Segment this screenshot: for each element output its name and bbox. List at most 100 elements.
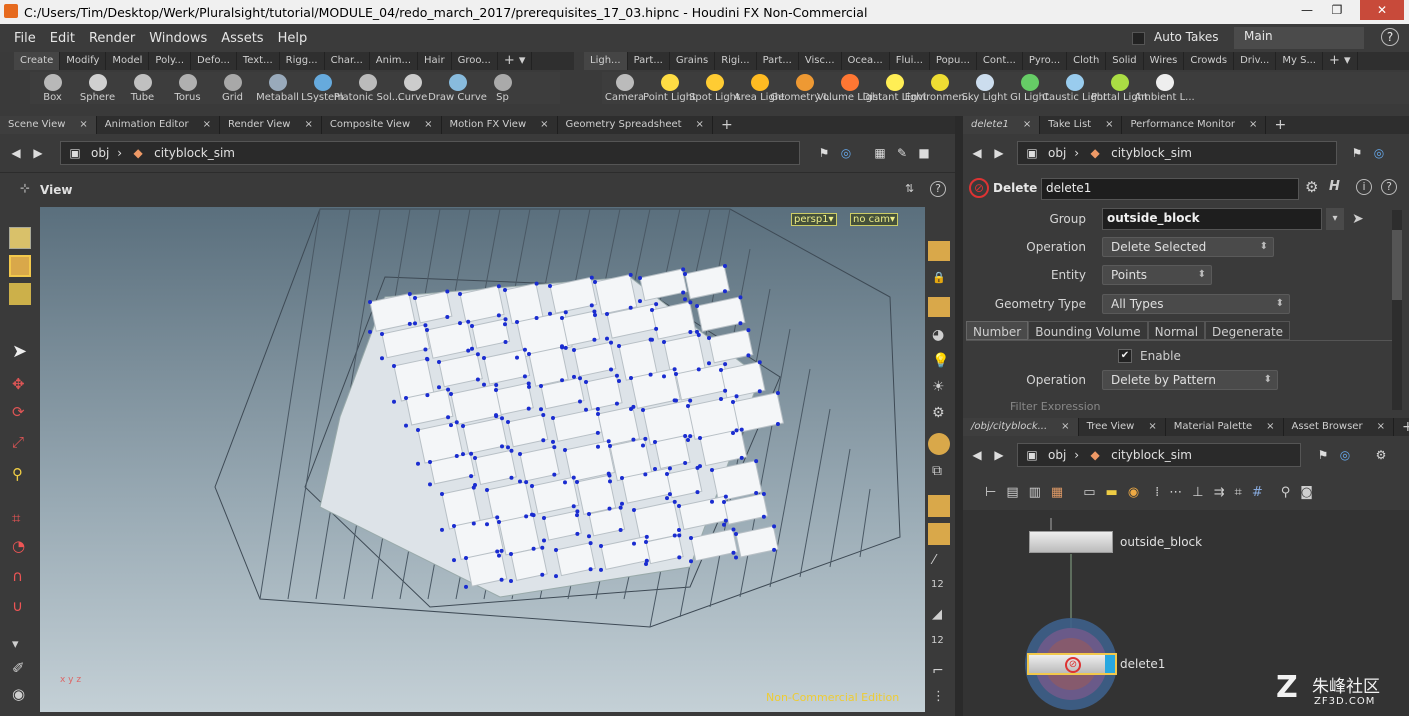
parameter-scrollbar[interactable] [1392,210,1402,410]
shelf-tool-sky-light[interactable]: Sky Light [962,72,1007,104]
add-shelf-tab-button[interactable]: + ▾ [498,52,533,70]
enable-checkbox[interactable]: ✔ [1118,349,1132,363]
shelf-tab[interactable]: Flui... [890,52,930,70]
shelf-tab[interactable]: Driv... [1234,52,1277,70]
path-node[interactable]: cityblock_sim [1111,448,1192,462]
display-mode-icon[interactable] [928,241,950,261]
shelf-tab-create[interactable]: Create [14,52,61,70]
grid-snap-icon[interactable]: ⌗ [1235,485,1242,500]
path-root[interactable]: obj [1048,448,1066,462]
shelf-tab[interactable]: Part... [757,52,799,70]
close-icon[interactable]: × [1061,418,1069,436]
tab-motion-fx-view[interactable]: Motion FX View × [442,116,558,134]
edge-select-icon[interactable] [9,283,31,305]
shelf-tool-sp[interactable]: Sp [480,72,525,104]
preview-icon[interactable]: ◙ [1300,485,1313,500]
operation2-select[interactable]: Delete by Pattern [1102,370,1278,390]
network-box-icon[interactable]: ▭ [1083,485,1095,500]
shelf-tab[interactable]: Pyro... [1023,52,1068,70]
shelf-tab[interactable]: My S... [1276,52,1323,70]
camera-persp-menu[interactable]: persp1▾ [791,213,837,226]
tools-icon[interactable]: ✎ [894,145,910,161]
shading-icon[interactable]: ◕ [932,327,944,343]
shelf-tab[interactable]: Popu... [930,52,977,70]
close-icon[interactable]: × [203,116,211,134]
background-icon[interactable] [928,433,950,455]
close-icon[interactable]: × [79,116,87,134]
menu-edit[interactable]: Edit [50,31,75,46]
subtab-bounding-volume[interactable]: Bounding Volume [1028,321,1148,340]
subtab-number[interactable]: Number [966,321,1029,340]
parameter-path-field[interactable]: ▣ obj › ◆ cityblock_sim [1017,141,1337,165]
sticky-note-icon[interactable]: ▬ [1106,485,1118,500]
subtab-degenerate[interactable]: Degenerate [1205,321,1291,340]
node-name-field[interactable]: delete1 [1041,178,1299,200]
shelf-tab[interactable]: Visc... [799,52,842,70]
hip-icon[interactable]: H [1329,179,1340,194]
back-arrow-icon[interactable]: ◀ [8,145,24,161]
tab-scene-view[interactable]: Scene View × [0,116,97,134]
ghost-icon[interactable] [928,297,950,317]
close-icon[interactable]: × [696,116,704,134]
grid-view-icon[interactable]: ▦ [1051,485,1063,500]
pose-tool-icon[interactable]: ⚲ [12,465,23,483]
light-icon[interactable]: 💡 [932,353,949,369]
menu-help[interactable]: Help [278,31,308,46]
add-tab-button[interactable]: + [1266,116,1294,134]
path-root[interactable]: obj [91,146,109,160]
pin-icon[interactable]: ⚑ [1349,145,1365,161]
shelf-tab-lights[interactable]: Ligh... [584,52,628,70]
handle-tool-icon[interactable]: ⌗ [12,509,20,527]
close-icon[interactable]: × [1377,418,1385,436]
shelf-tab[interactable]: Anim... [370,52,419,70]
operation-select[interactable]: Delete Selected [1102,237,1274,257]
scene-path-field[interactable]: ▣ obj › ◆ cityblock_sim [60,141,800,165]
expand-arrow-icon[interactable]: ▾ [12,637,19,652]
info-icon[interactable]: i [1356,179,1372,195]
desktop-select[interactable]: Main [1234,27,1364,49]
tab-animation-editor[interactable]: Animation Editor × [97,116,220,134]
vertex-numbers-icon[interactable]: 12 [931,635,944,646]
shelf-tool-metaball[interactable]: Metaball [255,72,300,104]
camera-select-menu[interactable]: no cam▾ [850,213,899,226]
point-numbers-icon[interactable]: 12 [931,579,944,590]
close-icon[interactable]: × [424,116,432,134]
tab-material-palette[interactable]: Material Palette × [1166,418,1284,436]
menu-assets[interactable]: Assets [221,31,263,46]
group-field[interactable]: outside_block [1102,208,1322,230]
align-horizontal-icon[interactable]: ⋯ [1169,485,1182,500]
shelf-tool-torus[interactable]: Torus [165,72,210,104]
shelf-tool-platonic-sol-[interactable]: Platonic Sol... [334,72,401,104]
move-tool-icon[interactable]: ✥ [12,375,25,393]
shelf-tab[interactable]: Groo... [452,52,498,70]
forward-arrow-icon[interactable]: ▶ [991,447,1007,463]
entity-select[interactable]: Points [1102,265,1212,285]
path-node[interactable]: cityblock_sim [1111,146,1192,160]
shelf-tool-environmen-[interactable]: Environmen... [905,72,974,104]
path-root[interactable]: obj [1048,146,1066,160]
grid-display-icon[interactable]: # [1252,485,1263,500]
select-mode-icon[interactable] [9,227,31,249]
menu-render[interactable]: Render [89,31,135,46]
shelf-tool-draw-curve[interactable]: Draw Curve [428,72,487,104]
shelf-tab[interactable]: Defo... [191,52,237,70]
3d-viewport[interactable]: persp1▾ no cam▾ Non-Commercial Edition x… [40,207,925,712]
back-arrow-icon[interactable]: ◀ [969,145,985,161]
profile-icon[interactable]: ⌐ [932,663,944,679]
view-tool-icon[interactable]: ◔ [12,537,25,555]
param-help-icon[interactable]: ? [1381,179,1397,195]
more-icon[interactable]: ⋮ [932,689,945,704]
align-vertical-icon[interactable]: ⊥ [1192,485,1203,500]
tree-icon[interactable]: ⊢ [985,485,996,500]
shelf-tab[interactable]: Rigi... [715,52,757,70]
display-flag-icon[interactable] [1105,655,1115,673]
magnet-icon[interactable]: ∩ [12,567,23,585]
close-icon[interactable]: × [540,116,548,134]
shelf-tool-sphere[interactable]: Sphere [75,72,120,104]
shelf-tool-box[interactable]: Box [30,72,75,104]
shelf-tab[interactable]: Cloth [1067,52,1107,70]
shelf-tab[interactable]: Wires [1144,52,1185,70]
shelf-tool-camera[interactable]: Camera [602,72,647,104]
geometry-type-select[interactable]: All Types [1102,294,1290,314]
minimize-button[interactable]: — [1292,0,1322,20]
